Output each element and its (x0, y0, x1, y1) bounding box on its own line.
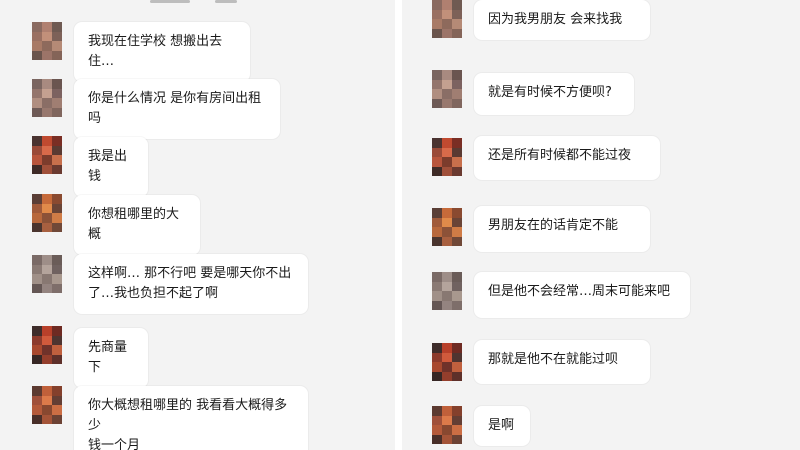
avatar[interactable] (32, 194, 62, 232)
cropped-header-fragment (215, 0, 237, 3)
message-bubble[interactable]: 因为我男朋友 会来找我 (474, 0, 650, 40)
panel-divider (395, 0, 402, 450)
message-bubble[interactable]: 就是有时候不方便呗? (474, 73, 634, 115)
cropped-header-fragment (150, 0, 190, 3)
avatar[interactable] (32, 255, 62, 293)
message-bubble[interactable]: 我现在住学校 想搬出去住… (74, 22, 250, 82)
avatar[interactable] (432, 0, 462, 38)
message-bubble[interactable]: 你大概想租哪里的 我看看大概得多少 钱一个月 (74, 386, 308, 450)
avatar[interactable] (432, 138, 462, 176)
message-bubble[interactable]: 男朋友在的话肯定不能 (474, 206, 650, 252)
avatar[interactable] (32, 22, 62, 60)
avatar[interactable] (32, 79, 62, 117)
avatar[interactable] (32, 326, 62, 364)
message-bubble[interactable]: 是啊 (474, 406, 530, 446)
message-bubble[interactable]: 那就是他不在就能过呗 (474, 340, 650, 384)
avatar[interactable] (432, 343, 462, 381)
message-bubble[interactable]: 先商量下 (74, 328, 148, 388)
message-bubble[interactable]: 还是所有时候都不能过夜 (474, 136, 660, 180)
message-bubble[interactable]: 你想租哪里的大概 (74, 195, 200, 255)
chat-panel-left[interactable]: 我现在住学校 想搬出去住… 你是什么情况 是你有房间出租吗 我是出钱 你想租哪里的大概… (0, 0, 395, 450)
avatar[interactable] (432, 406, 462, 444)
avatar[interactable] (432, 272, 462, 310)
message-bubble[interactable]: 你是什么情况 是你有房间出租吗 (74, 79, 280, 139)
message-bubble[interactable]: 这样啊… 那不行吧 要是哪天你不出 了…我也负担不起了啊 (74, 254, 308, 314)
avatar[interactable] (432, 70, 462, 108)
avatar[interactable] (32, 136, 62, 174)
chat-panel-right[interactable]: 因为我男朋友 会来找我 就是有时候不方便呗? 还是所有时候都不能过夜 男朋友在的话肯定… (402, 0, 800, 450)
message-bubble[interactable]: 我是出钱 (74, 137, 148, 197)
avatar[interactable] (32, 386, 62, 424)
message-bubble[interactable]: 但是他不会经常…周末可能来吧 (474, 272, 690, 318)
avatar[interactable] (432, 208, 462, 246)
